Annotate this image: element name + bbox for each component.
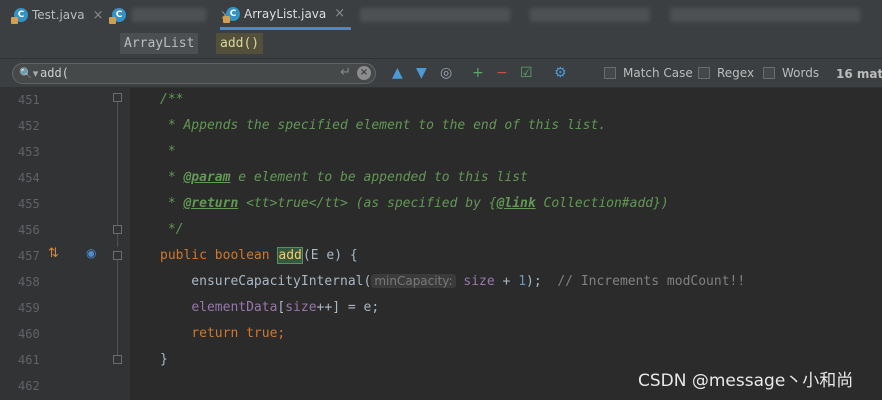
blurred-tab — [670, 8, 860, 22]
java-class-icon: C — [109, 8, 126, 24]
words-option[interactable]: Words — [763, 66, 819, 80]
add-selection-icon[interactable]: + — [472, 65, 484, 81]
line-number: 452 — [18, 119, 40, 133]
line-number: 460 — [18, 327, 40, 341]
regex-option[interactable]: Regex — [698, 66, 754, 80]
match-case-option[interactable]: Match Case — [604, 66, 693, 80]
close-icon[interactable]: × — [93, 8, 104, 23]
checkbox[interactable] — [763, 67, 775, 79]
line-number: 461 — [18, 353, 40, 367]
override-method-icon[interactable]: ◉ — [86, 246, 96, 260]
option-label: Match Case — [623, 66, 693, 80]
java-class-icon: C — [11, 8, 28, 24]
line-number: 453 — [18, 145, 40, 159]
clear-search-icon[interactable]: × — [357, 66, 371, 80]
breadcrumb-method[interactable]: add() — [216, 33, 264, 54]
fold-guide — [117, 259, 118, 359]
settings-gear-icon[interactable]: ⚙ — [554, 65, 567, 81]
option-label: Regex — [717, 66, 755, 80]
code-editor[interactable]: 451 452 453 454 455 456 457 458 459 460 … — [0, 88, 882, 400]
checkbox[interactable] — [604, 67, 616, 79]
enter-icon: ↵ — [340, 65, 351, 80]
match-count: 16 matc — [836, 67, 882, 81]
search-history-icon[interactable]: 🔍▾ — [19, 67, 38, 80]
line-number: 462 — [18, 379, 40, 393]
code-line: * @param e element to be appended to thi… — [160, 170, 528, 185]
line-number: 456 — [18, 223, 40, 237]
line-number: 458 — [18, 275, 40, 289]
close-icon[interactable]: × — [334, 6, 345, 21]
blurred-tab — [530, 8, 650, 22]
code-line: ensureCapacityInternal(minCapacity: size… — [160, 274, 746, 289]
line-number: 454 — [18, 171, 40, 185]
previous-occurrence-icon[interactable]: ▲ — [392, 65, 403, 81]
implements-method-icon[interactable]: ⇅ — [48, 246, 59, 261]
code-line: /** — [160, 92, 184, 107]
select-all-occurrences-icon[interactable]: ☑ — [520, 65, 533, 81]
search-input[interactable]: add( — [40, 66, 69, 80]
blurred-tab — [360, 8, 510, 22]
code-line: * @return <tt>true</tt> (as specified by… — [160, 196, 669, 211]
watermark: CSDN @message丶小和尚 — [638, 371, 854, 391]
parameter-hint: minCapacity: — [371, 274, 456, 288]
remove-selection-icon[interactable]: − — [496, 65, 508, 81]
fold-marker[interactable] — [113, 251, 122, 260]
blurred-tab-label — [132, 8, 206, 22]
code-line: } — [160, 352, 168, 367]
tab-label: Test.java — [32, 8, 85, 22]
code-line: * — [160, 144, 176, 159]
tab-blurred[interactable]: C × — [109, 0, 231, 30]
checkbox[interactable] — [698, 67, 710, 79]
tab-label: ArrayList.java — [244, 6, 327, 21]
code-line: return true; — [191, 326, 286, 341]
fold-marker[interactable] — [113, 93, 122, 102]
java-class-icon: C — [223, 6, 240, 23]
gutter: 451 452 453 454 455 456 457 458 459 460 … — [0, 88, 130, 400]
editor-tab-bar: C Test.java × C × C ArrayList.java × — [0, 0, 882, 30]
fold-marker[interactable] — [113, 225, 122, 234]
tab-arraylist-java[interactable]: C ArrayList.java × — [220, 0, 352, 30]
find-bar: 🔍▾ add( ↵ × ▲ ▼ ◎ + − ☑ ⚙ Match Case Reg… — [0, 58, 882, 88]
line-number: 459 — [18, 301, 40, 315]
search-match-highlight: add — [277, 247, 303, 264]
search-field[interactable]: 🔍▾ add( ↵ × — [12, 63, 376, 84]
fold-marker[interactable] — [113, 355, 122, 364]
code-line: * Appends the specified element to the e… — [160, 118, 607, 133]
code-line: public boolean add(E e) { — [160, 247, 358, 264]
breadcrumb: ArrayList add() — [0, 30, 882, 58]
breadcrumb-class[interactable]: ArrayList — [120, 33, 199, 54]
code-line: elementData[size++] = e; — [191, 300, 380, 315]
code-line: */ — [160, 222, 184, 237]
option-label: Words — [782, 66, 820, 80]
line-number: 455 — [18, 197, 40, 211]
tab-test-java[interactable]: C Test.java × — [11, 0, 104, 30]
find-all-icon[interactable]: ◎ — [440, 65, 452, 81]
line-number: 451 — [18, 93, 40, 107]
next-occurrence-icon[interactable]: ▼ — [416, 65, 427, 81]
